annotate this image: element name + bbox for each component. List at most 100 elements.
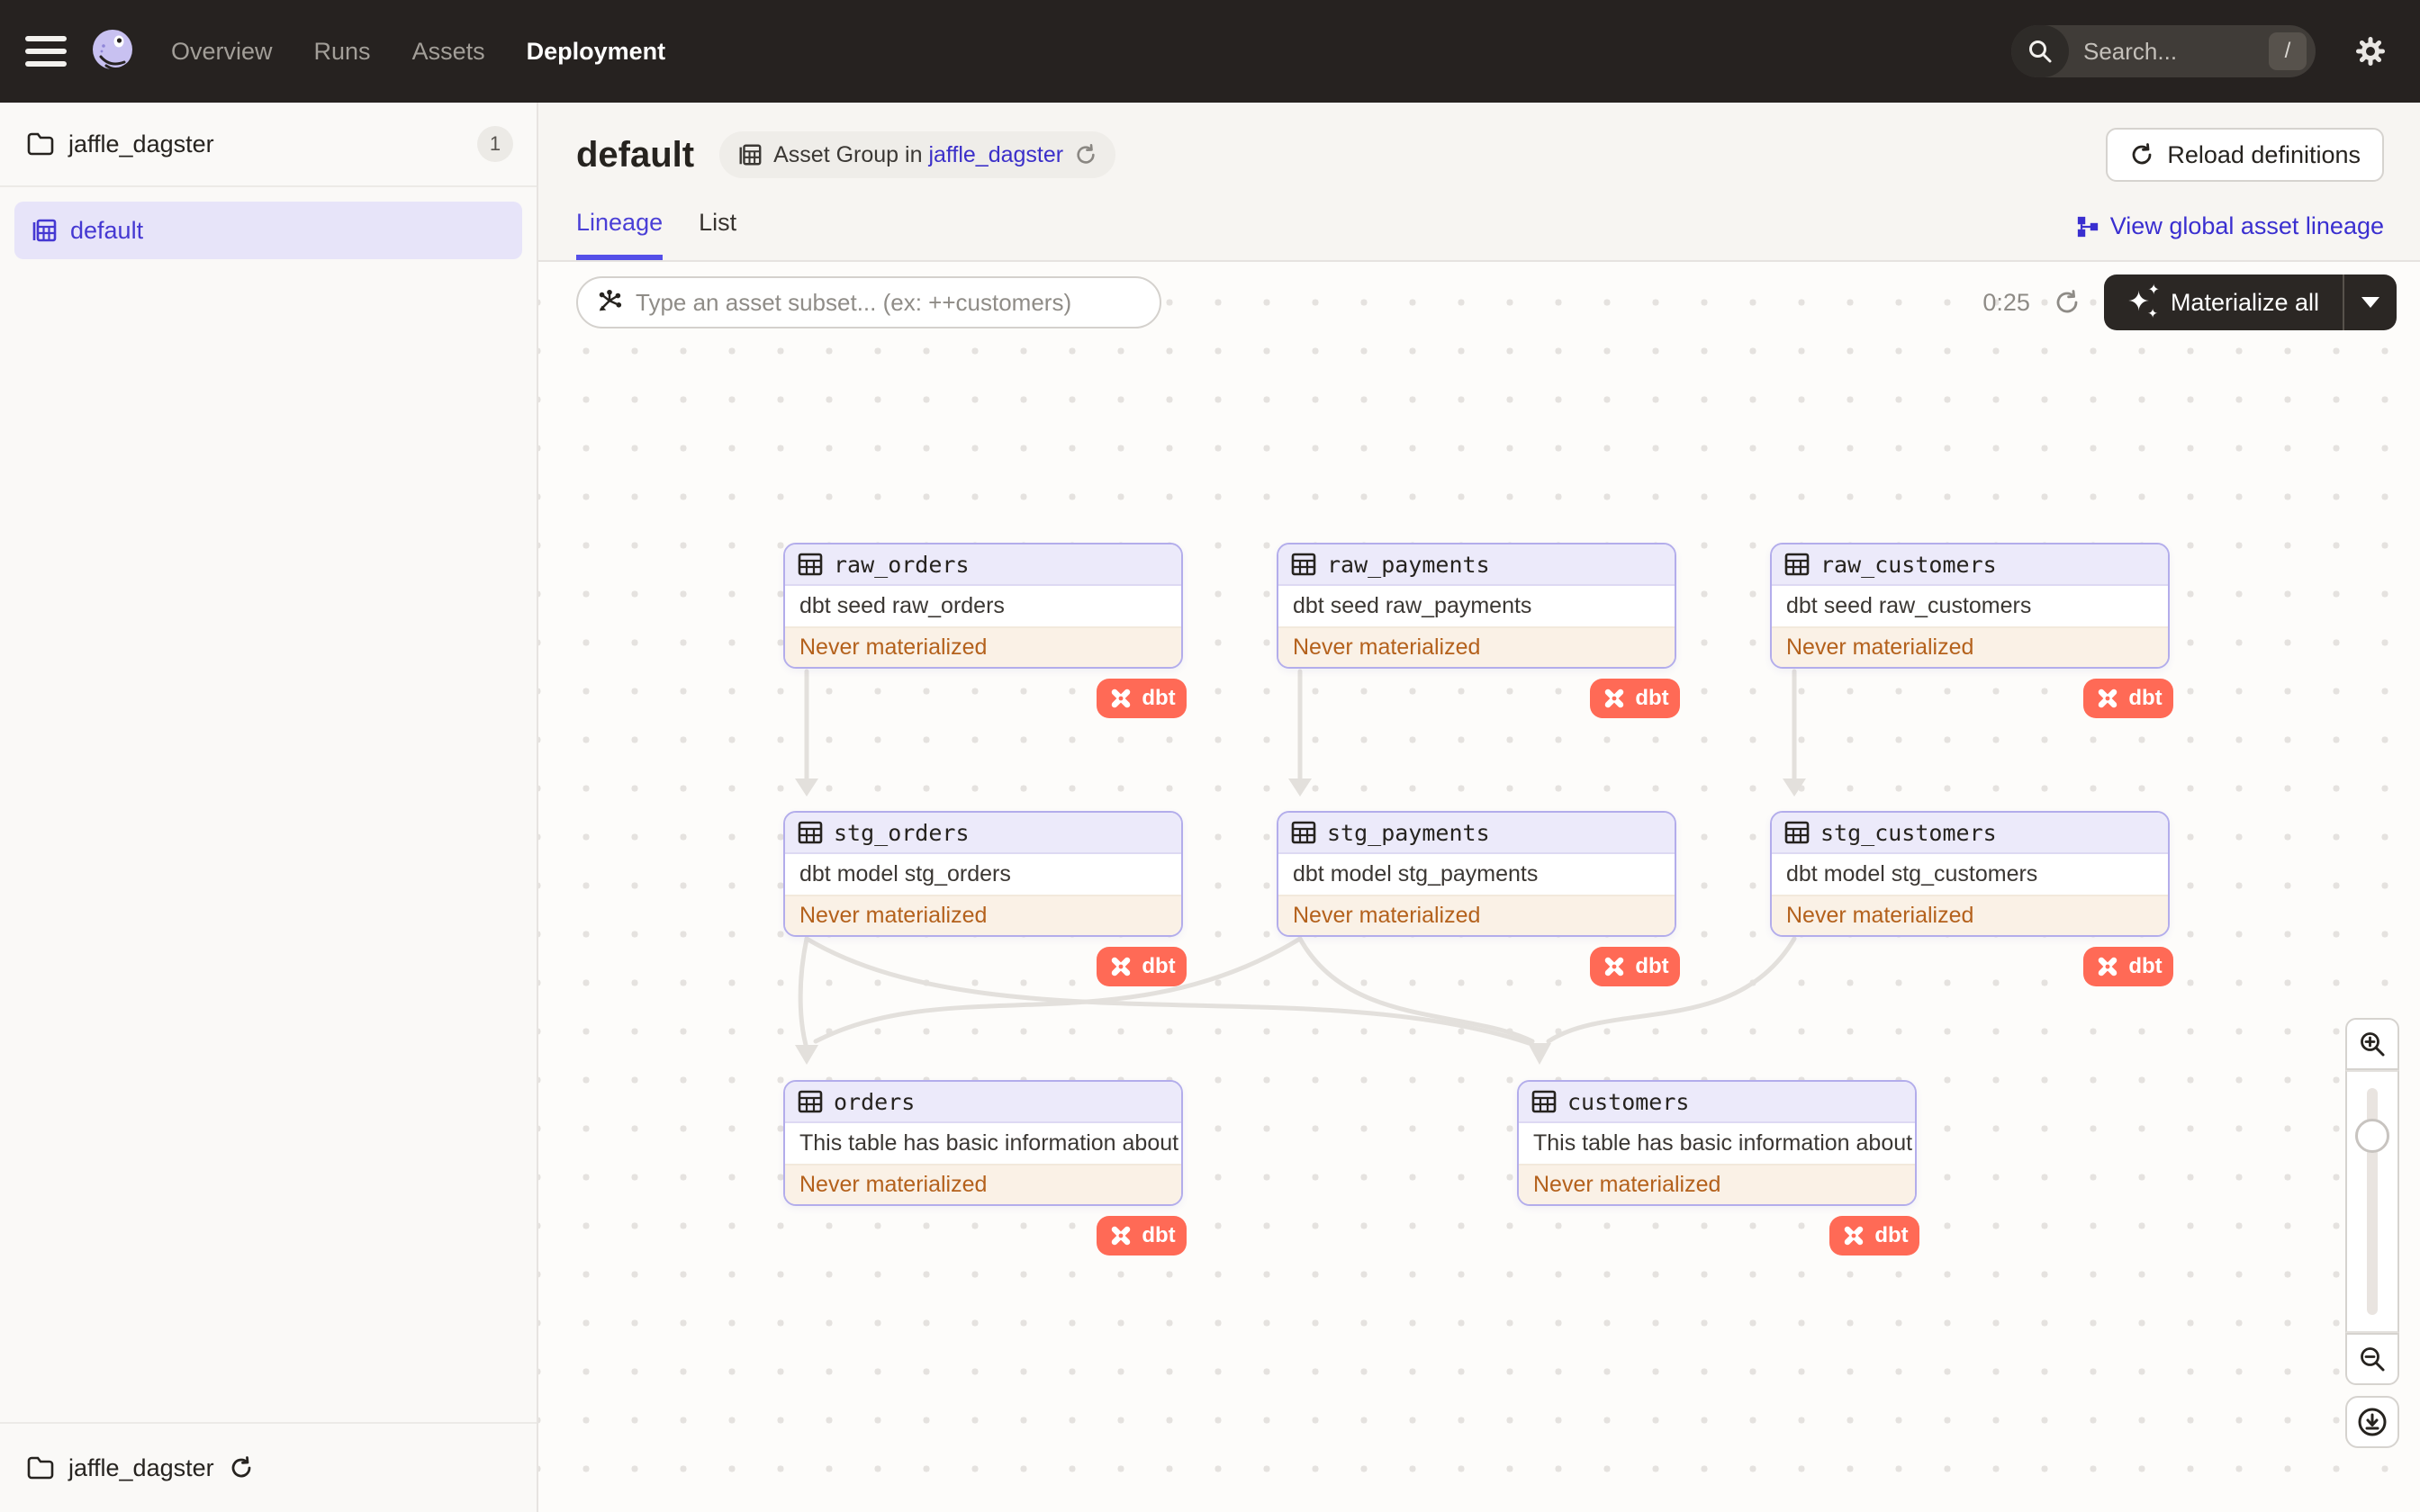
zoom-slider-thumb[interactable]	[2355, 1119, 2389, 1153]
tab-lineage[interactable]: Lineage	[576, 209, 664, 260]
view-global-asset-lineage-link[interactable]: View global asset lineage	[2076, 212, 2384, 260]
view-global-label: View global asset lineage	[2109, 212, 2384, 239]
settings-gear-icon[interactable]	[2355, 36, 2386, 67]
sidebar-repo-count-badge: 1	[477, 126, 513, 162]
materialize-all-split-button: ✦ ✦ ✦ Materialize all	[2103, 274, 2397, 330]
dbt-badge[interactable]: dbt	[1097, 679, 1187, 718]
zoom-in-button[interactable]	[2345, 1018, 2399, 1070]
sidebar-footer-repo-label: jaffle_dagster	[68, 1454, 214, 1481]
asset-name: stg_orders	[834, 819, 970, 846]
search-shortcut-badge: /	[2269, 32, 2307, 70]
asset-node-stg-customers[interactable]: stg_customers dbt model stg_customers Ne…	[1770, 811, 2170, 937]
folder-icon	[27, 132, 54, 156]
asset-group-tag: Asset Group in jaffle_dagster	[719, 131, 1116, 178]
asset-description: This table has basic information about .…	[1533, 1130, 1915, 1156]
primary-nav: Overview Runs Assets Deployment	[171, 38, 665, 66]
materialize-all-label: Materialize all	[2170, 288, 2319, 316]
table-icon	[1784, 552, 1810, 577]
asset-node-customers[interactable]: customers This table has basic informati…	[1517, 1080, 1917, 1206]
table-icon	[1291, 552, 1316, 577]
asset-description: dbt seed raw_orders	[799, 593, 1005, 618]
dbt-badge[interactable]: dbt	[1097, 947, 1187, 986]
nav-item-assets[interactable]: Assets	[412, 38, 485, 66]
nav-item-overview[interactable]: Overview	[171, 38, 273, 66]
reload-repo-icon[interactable]	[229, 1455, 254, 1480]
asset-node-orders[interactable]: orders This table has basic information …	[783, 1080, 1183, 1206]
menu-icon[interactable]	[25, 36, 67, 67]
download-image-button[interactable]	[2345, 1396, 2399, 1448]
asset-description: dbt seed raw_payments	[1293, 593, 1532, 618]
zoom-out-button[interactable]	[2345, 1333, 2399, 1385]
asset-status: Never materialized	[1278, 626, 1675, 667]
zoom-slider[interactable]	[2345, 1070, 2399, 1333]
asset-status: Never materialized	[1772, 895, 2168, 935]
sparkles-icon: ✦ ✦ ✦	[2127, 283, 2160, 320]
dbt-badge-label: dbt	[1635, 686, 1669, 710]
sidebar-repo-label: jaffle_dagster	[68, 130, 214, 158]
asset-status: Never materialized	[1278, 895, 1675, 935]
dbt-badge-label: dbt	[1142, 686, 1176, 710]
global-search-input[interactable]: Search... /	[2011, 25, 2316, 77]
asset-group-icon	[737, 142, 763, 167]
sidebar-repo-jaffle-dagster[interactable]: jaffle_dagster 1	[0, 103, 537, 187]
table-icon	[1531, 1089, 1557, 1114]
dbt-badge-label: dbt	[1142, 954, 1176, 978]
nav-item-runs[interactable]: Runs	[314, 38, 371, 66]
dbt-badge[interactable]: dbt	[1590, 679, 1680, 718]
asset-group-header: default Asset Group in jaffle_dagster Re…	[538, 103, 2420, 262]
lineage-graph-icon	[2076, 215, 2099, 238]
asset-node-raw-customers[interactable]: raw_customers dbt seed raw_customers Nev…	[1770, 543, 2170, 669]
asset-name: raw_customers	[1820, 551, 1997, 578]
dbt-badge-label: dbt	[1142, 1223, 1176, 1247]
dbt-badge-label: dbt	[2128, 686, 2163, 710]
asset-node-raw-payments[interactable]: raw_payments dbt seed raw_payments Never…	[1277, 543, 1676, 669]
asset-node-stg-payments[interactable]: stg_payments dbt model stg_payments Neve…	[1277, 811, 1676, 937]
dbt-badge[interactable]: dbt	[1829, 1216, 1919, 1256]
refresh-timer: 0:25	[1982, 288, 2030, 316]
table-icon	[798, 820, 823, 845]
asset-description: dbt model stg_payments	[1293, 861, 1539, 886]
materialize-options-dropdown[interactable]	[2344, 274, 2397, 330]
dbt-badge-label: dbt	[1635, 954, 1669, 978]
asset-name: raw_orders	[834, 551, 970, 578]
asset-status: Never materialized	[1772, 626, 2168, 667]
canvas-zoom-controls	[2345, 1018, 2399, 1448]
page-title: default	[576, 134, 695, 175]
tab-list[interactable]: List	[699, 209, 736, 260]
asset-node-stg-orders[interactable]: stg_orders dbt model stg_orders Never ma…	[783, 811, 1183, 937]
sidebar-footer-repo: jaffle_dagster	[0, 1422, 537, 1512]
search-placeholder: Search...	[2083, 37, 2178, 65]
sidebar-item-default-group[interactable]: default	[14, 202, 522, 259]
reload-group-icon[interactable]	[1074, 143, 1097, 166]
reload-definitions-button[interactable]: Reload definitions	[2106, 128, 2384, 182]
asset-group-repo-link[interactable]: jaffle_dagster	[928, 142, 1063, 167]
asset-status: Never materialized	[1519, 1164, 1915, 1204]
materialize-all-button[interactable]: ✦ ✦ ✦ Materialize all	[2104, 274, 2343, 330]
asset-node-raw-orders[interactable]: raw_orders dbt seed raw_orders Never mat…	[783, 543, 1183, 669]
dbt-badge[interactable]: dbt	[1097, 1216, 1187, 1256]
asset-subset-filter[interactable]	[576, 276, 1161, 328]
asset-name: stg_payments	[1327, 819, 1490, 846]
lineage-canvas[interactable]: 0:25 ✦✦✦ Materialize all raw_orders dbt …	[538, 262, 2420, 1512]
reload-definitions-label: Reload definitions	[2167, 140, 2361, 168]
refresh-icon[interactable]	[2054, 289, 2081, 316]
asset-description: This table has basic information about .…	[799, 1130, 1181, 1156]
dbt-badge[interactable]: dbt	[2083, 679, 2173, 718]
dagster-logo-icon[interactable]	[88, 26, 139, 76]
asset-name: raw_payments	[1327, 551, 1490, 578]
top-navigation-bar: Overview Runs Assets Deployment Search..…	[0, 0, 2420, 103]
folder-icon	[27, 1456, 54, 1480]
dbt-badge[interactable]: dbt	[1590, 947, 1680, 986]
nav-item-deployment[interactable]: Deployment	[527, 38, 666, 66]
sidebar-group-label: default	[70, 216, 144, 244]
dbt-badge-label: dbt	[2128, 954, 2163, 978]
chevron-down-icon	[2361, 297, 2379, 308]
table-icon	[798, 552, 823, 577]
dbt-badge[interactable]: dbt	[2083, 947, 2173, 986]
asset-name: orders	[834, 1088, 916, 1115]
asset-subset-input[interactable]	[636, 288, 1142, 317]
search-icon	[2011, 25, 2069, 77]
asset-name: customers	[1567, 1088, 1690, 1115]
table-icon	[1291, 820, 1316, 845]
table-icon	[1784, 820, 1810, 845]
